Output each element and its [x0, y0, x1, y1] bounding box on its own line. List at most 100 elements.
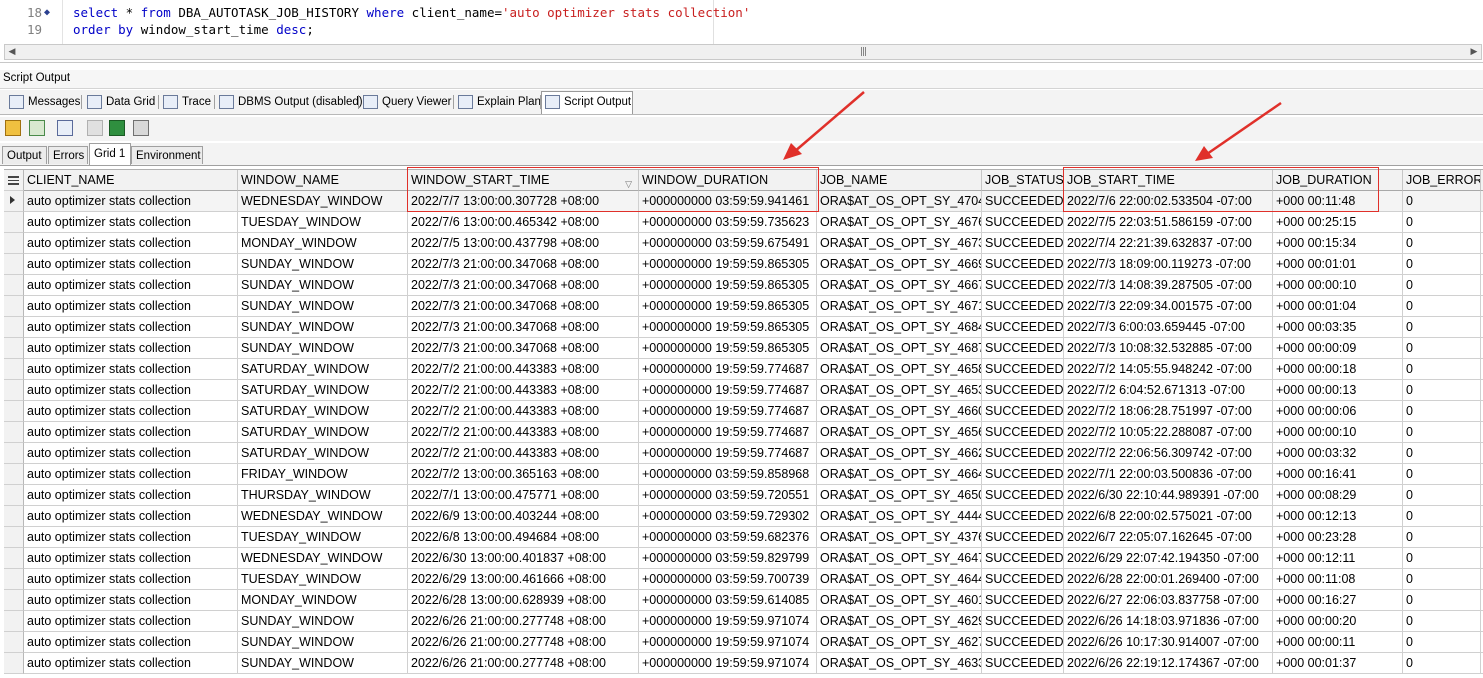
cell-window-duration[interactable]: +000000000 03:59:59.735623	[639, 212, 817, 233]
cell-job-name[interactable]: ORA$AT_OS_OPT_SY_4644	[817, 569, 982, 590]
cell-client-name[interactable]: auto optimizer stats collection	[24, 317, 238, 338]
cell-job-status[interactable]: SUCCEEDED	[982, 233, 1064, 254]
column-header-job-error[interactable]: JOB_ERROR	[1403, 170, 1481, 191]
cell-window-duration[interactable]: +000000000 19:59:59.865305	[639, 338, 817, 359]
cell-job-name[interactable]: ORA$AT_OS_OPT_SY_4667	[817, 275, 982, 296]
row-header[interactable]	[4, 422, 24, 443]
row-header[interactable]	[4, 359, 24, 380]
output-tab-dbms-output-disabled[interactable]: DBMS Output (disabled)	[216, 92, 363, 113]
cell-job-name[interactable]: ORA$AT_OS_OPT_SY_4633	[817, 653, 982, 674]
sub-tab-output[interactable]: Output	[2, 146, 47, 164]
cell-window-name[interactable]: THURSDAY_WINDOW	[238, 485, 408, 506]
cell-window-start-time[interactable]: 2022/6/9 13:00:00.403244 +08:00	[408, 506, 639, 527]
cell-job-duration[interactable]: +000 00:16:41	[1273, 464, 1403, 485]
cell-client-name[interactable]: auto optimizer stats collection	[24, 590, 238, 611]
cell-client-name[interactable]: auto optimizer stats collection	[24, 296, 238, 317]
cell-job-duration[interactable]: +000 00:00:06	[1273, 401, 1403, 422]
cell-job-duration[interactable]: +000 00:12:13	[1273, 506, 1403, 527]
cell-job-name[interactable]: ORA$AT_OS_OPT_SY_4660	[817, 401, 982, 422]
cell-window-duration[interactable]: +000000000 03:59:59.729302	[639, 506, 817, 527]
cell-job-error[interactable]: 0	[1403, 548, 1481, 569]
cell-job-name[interactable]: ORA$AT_OS_OPT_SY_4669	[817, 254, 982, 275]
cell-job-name[interactable]: ORA$AT_OS_OPT_SY_4704	[817, 191, 982, 212]
cell-client-name[interactable]: auto optimizer stats collection	[24, 233, 238, 254]
cell-window-name[interactable]: TUESDAY_WINDOW	[238, 212, 408, 233]
scroll-right-icon[interactable]: ▶	[1468, 46, 1480, 58]
cell-window-start-time[interactable]: 2022/7/5 13:00:00.437798 +08:00	[408, 233, 639, 254]
cell-job-start-time[interactable]: 2022/7/6 22:00:02.533504 -07:00	[1064, 191, 1273, 212]
cell-job-name[interactable]: ORA$AT_OS_OPT_SY_4376	[817, 527, 982, 548]
cell-job-name[interactable]: ORA$AT_OS_OPT_SY_4676	[817, 212, 982, 233]
cell-job-error[interactable]: 0	[1403, 233, 1481, 254]
cell-job-error[interactable]: 0	[1403, 569, 1481, 590]
output-tab-script-output[interactable]: Script Output	[541, 91, 633, 114]
column-header-client-name[interactable]: CLIENT_NAME	[24, 170, 238, 191]
cell-window-start-time[interactable]: 2022/7/6 13:00:00.465342 +08:00	[408, 212, 639, 233]
cell-window-duration[interactable]: +000000000 03:59:59.941461	[639, 191, 817, 212]
cell-job-status[interactable]: SUCCEEDED	[982, 380, 1064, 401]
cell-job-status[interactable]: SUCCEEDED	[982, 359, 1064, 380]
cell-job-status[interactable]: SUCCEEDED	[982, 653, 1064, 674]
cell-client-name[interactable]: auto optimizer stats collection	[24, 191, 238, 212]
cell-job-start-time[interactable]: 2022/7/3 10:08:32.532885 -07:00	[1064, 338, 1273, 359]
cell-job-status[interactable]: SUCCEEDED	[982, 296, 1064, 317]
cell-job-duration[interactable]: +000 00:00:18	[1273, 359, 1403, 380]
row-header[interactable]	[4, 506, 24, 527]
cell-window-duration[interactable]: +000000000 19:59:59.774687	[639, 401, 817, 422]
print-icon[interactable]	[133, 120, 149, 136]
cell-job-name[interactable]: ORA$AT_OS_OPT_SY_4664	[817, 464, 982, 485]
cell-job-error[interactable]: 0	[1403, 317, 1481, 338]
cell-job-error[interactable]: 0	[1403, 338, 1481, 359]
cell-job-error[interactable]: 0	[1403, 296, 1481, 317]
column-header-job-name[interactable]: JOB_NAME	[817, 170, 982, 191]
table-row[interactable]: auto optimizer stats collection SUNDAY_WI…	[4, 296, 1483, 317]
cell-window-duration[interactable]: +000000000 03:59:59.700739	[639, 569, 817, 590]
row-header[interactable]	[4, 611, 24, 632]
cell-job-duration[interactable]: +000 00:00:11	[1273, 632, 1403, 653]
cell-job-error[interactable]: 0	[1403, 527, 1481, 548]
cell-window-name[interactable]: SUNDAY_WINDOW	[238, 338, 408, 359]
row-header[interactable]	[4, 590, 24, 611]
cell-window-name[interactable]: TUESDAY_WINDOW	[238, 527, 408, 548]
table-row[interactable]: auto optimizer stats collection WEDNESDAY…	[4, 548, 1483, 569]
table-row[interactable]: auto optimizer stats collection THURSDAY_…	[4, 485, 1483, 506]
sub-tab-environment[interactable]: Environment	[131, 146, 203, 164]
cell-window-name[interactable]: SATURDAY_WINDOW	[238, 443, 408, 464]
save-icon[interactable]	[87, 120, 103, 136]
cell-window-name[interactable]: SUNDAY_WINDOW	[238, 611, 408, 632]
cell-window-start-time[interactable]: 2022/7/7 13:00:00.307728 +08:00	[408, 191, 639, 212]
table-row[interactable]: auto optimizer stats collection SUNDAY_WI…	[4, 338, 1483, 359]
cell-job-error[interactable]: 0	[1403, 653, 1481, 674]
cell-job-status[interactable]: SUCCEEDED	[982, 527, 1064, 548]
cell-window-start-time[interactable]: 2022/7/2 21:00:00.443383 +08:00	[408, 401, 639, 422]
cell-window-duration[interactable]: +000000000 19:59:59.865305	[639, 296, 817, 317]
table-row[interactable]: auto optimizer stats collection TUESDAY_W…	[4, 212, 1483, 233]
cell-client-name[interactable]: auto optimizer stats collection	[24, 380, 238, 401]
cell-job-error[interactable]: 0	[1403, 401, 1481, 422]
cell-window-name[interactable]: FRIDAY_WINDOW	[238, 464, 408, 485]
cell-job-name[interactable]: ORA$AT_OS_OPT_SY_4673	[817, 233, 982, 254]
cell-window-name[interactable]: MONDAY_WINDOW	[238, 233, 408, 254]
cell-job-name[interactable]: ORA$AT_OS_OPT_SY_4653	[817, 380, 982, 401]
row-header[interactable]	[4, 653, 24, 674]
table-row[interactable]: auto optimizer stats collection SUNDAY_WI…	[4, 653, 1483, 674]
cell-job-start-time[interactable]: 2022/6/26 14:18:03.971836 -07:00	[1064, 611, 1273, 632]
cell-job-start-time[interactable]: 2022/6/8 22:00:02.575021 -07:00	[1064, 506, 1273, 527]
cell-job-duration[interactable]: +000 00:11:48	[1273, 191, 1403, 212]
row-header[interactable]	[4, 548, 24, 569]
cell-job-start-time[interactable]: 2022/6/7 22:05:07.162645 -07:00	[1064, 527, 1273, 548]
cell-job-duration[interactable]: +000 00:01:37	[1273, 653, 1403, 674]
table-row[interactable]: auto optimizer stats collection MONDAY_WI…	[4, 590, 1483, 611]
cell-window-name[interactable]: SUNDAY_WINDOW	[238, 317, 408, 338]
cell-job-status[interactable]: SUCCEEDED	[982, 338, 1064, 359]
cell-job-status[interactable]: SUCCEEDED	[982, 254, 1064, 275]
excel-icon[interactable]	[109, 120, 125, 136]
cell-client-name[interactable]: auto optimizer stats collection	[24, 338, 238, 359]
results-grid[interactable]: CLIENT_NAME WINDOW_NAME WINDOW_START_TIME ▽…	[4, 169, 1483, 678]
output-tab-data-grid[interactable]: Data Grid	[84, 92, 156, 113]
cell-job-status[interactable]: SUCCEEDED	[982, 506, 1064, 527]
cell-window-duration[interactable]: +000000000 03:59:59.829799	[639, 548, 817, 569]
cell-window-name[interactable]: WEDNESDAY_WINDOW	[238, 191, 408, 212]
cell-job-name[interactable]: ORA$AT_OS_OPT_SY_4601	[817, 590, 982, 611]
cell-window-duration[interactable]: +000000000 03:59:59.720551	[639, 485, 817, 506]
